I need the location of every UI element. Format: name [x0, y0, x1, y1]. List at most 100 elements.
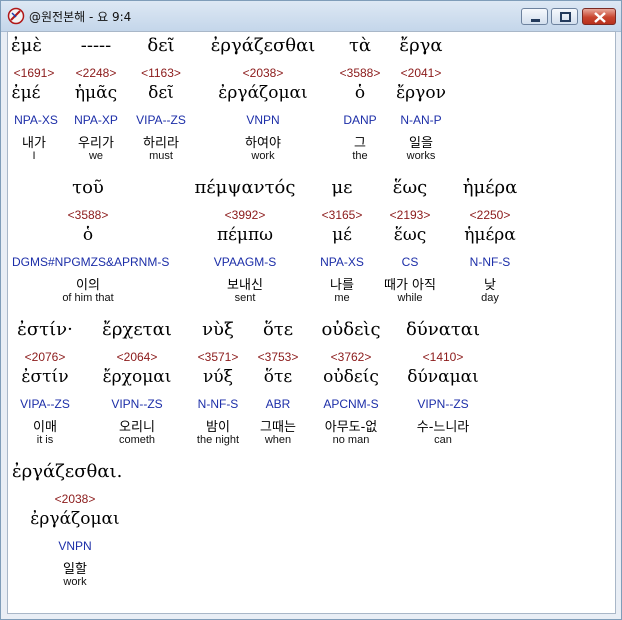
korean-gloss: 이매: [33, 420, 57, 435]
greek-word[interactable]: ἔργα: [390, 35, 452, 56]
greek-word[interactable]: πέμψαντός: [180, 177, 310, 198]
lemma: οὐδείς: [323, 367, 379, 387]
korean-gloss: 때가 아직: [384, 278, 436, 293]
parse-code[interactable]: N-NF-S: [448, 255, 532, 269]
korean-gloss: 내가: [22, 136, 46, 151]
close-button[interactable]: [582, 8, 616, 25]
strong-number[interactable]: <3762>: [310, 350, 392, 364]
greek-word[interactable]: ἐργάζεσθαι.: [12, 461, 142, 482]
korean-gloss: 오리니: [119, 420, 155, 435]
english-gloss: the night: [196, 434, 240, 446]
english-gloss: work: [251, 150, 275, 162]
interlinear-view[interactable]: ἐμὲ <1691> ἐμέ NPA-XS 내가 I ----- <2248> …: [7, 31, 616, 614]
lemma: πέμπω: [216, 225, 274, 245]
parse-code[interactable]: VIPA--ZS: [8, 397, 82, 411]
english-gloss: no man: [332, 434, 370, 446]
parse-code[interactable]: VNPN: [196, 113, 330, 127]
korean-gloss: 우리가: [78, 136, 114, 151]
strong-number[interactable]: <3165>: [312, 208, 372, 222]
lemma: ἡμέρα: [464, 225, 516, 245]
greek-word[interactable]: νὺξ: [188, 319, 248, 340]
parse-code[interactable]: VIPN--ZS: [86, 397, 188, 411]
greek-word[interactable]: με: [312, 177, 372, 198]
strong-number[interactable]: <3753>: [248, 350, 308, 364]
minimize-icon: [531, 19, 540, 22]
greek-word[interactable]: ἔρχεται: [86, 319, 188, 340]
strong-number[interactable]: <2193>: [374, 208, 446, 222]
parse-code[interactable]: VIPN--ZS: [396, 397, 490, 411]
greek-word[interactable]: οὐδεὶς: [310, 319, 392, 340]
strong-number[interactable]: <2041>: [390, 66, 452, 80]
korean-gloss: 그: [354, 136, 366, 151]
korean-gloss: 낮: [484, 278, 496, 293]
strong-number[interactable]: <1163>: [130, 66, 192, 80]
parse-code[interactable]: NPA-XS: [312, 255, 372, 269]
lemma: ὅτε: [263, 367, 293, 387]
title-bar[interactable]: @원전본해 - 요 9:4: [1, 1, 621, 32]
parse-code[interactable]: VNPN: [8, 539, 142, 553]
english-gloss: day: [481, 292, 499, 304]
lemma: ἐμέ: [11, 83, 41, 103]
parse-code[interactable]: NPA-XS: [8, 113, 64, 127]
korean-gloss: 수-느니라: [416, 420, 470, 435]
strong-number[interactable]: <2038>: [8, 492, 142, 506]
strong-number[interactable]: <2248>: [70, 66, 122, 80]
greek-word[interactable]: ἕως: [374, 177, 446, 198]
lemma: ἐργάζομαι: [218, 83, 308, 103]
strong-number[interactable]: <3992>: [180, 208, 310, 222]
lemma: ἡμᾶς: [74, 83, 118, 103]
close-icon: [594, 12, 606, 23]
parse-code[interactable]: VIPA--ZS: [130, 113, 192, 127]
greek-word[interactable]: ἐργάζεσθαι: [196, 35, 330, 56]
english-gloss: the: [352, 150, 368, 162]
korean-gloss: 일을: [409, 136, 433, 151]
strong-number[interactable]: <3571>: [188, 350, 248, 364]
parse-code[interactable]: DGMS#NPGMZS&APRNM-S: [12, 255, 182, 269]
parse-code[interactable]: N-NF-S: [188, 397, 248, 411]
lemma: ὁ: [354, 83, 366, 103]
english-gloss: of him that: [62, 292, 114, 304]
english-gloss: must: [149, 150, 173, 162]
strong-number[interactable]: <1410>: [396, 350, 490, 364]
minimize-button[interactable]: [521, 8, 548, 25]
strong-number[interactable]: <2038>: [196, 66, 330, 80]
korean-gloss: 하리라: [143, 136, 179, 151]
strong-number[interactable]: <3588>: [330, 66, 390, 80]
english-gloss: me: [334, 292, 350, 304]
english-gloss: can: [434, 434, 452, 446]
greek-word[interactable]: ἐμὲ: [8, 35, 45, 56]
lemma: ὁ: [82, 225, 94, 245]
greek-word[interactable]: τὰ: [330, 35, 390, 56]
lemma: ἕως: [393, 225, 427, 245]
greek-word[interactable]: δύναται: [396, 319, 490, 340]
korean-gloss: 그때는: [260, 420, 296, 435]
strong-number[interactable]: <2076>: [8, 350, 82, 364]
english-gloss: it is: [36, 434, 54, 446]
strong-number[interactable]: <3588>: [8, 208, 168, 222]
parse-code[interactable]: NPA-XP: [70, 113, 122, 127]
lemma: ἐργάζομαι: [30, 509, 120, 529]
english-gloss: when: [264, 434, 292, 446]
parse-code[interactable]: N-AN-P: [390, 113, 452, 127]
greek-word[interactable]: δεῖ: [130, 35, 192, 56]
greek-word[interactable]: ἡμέρα: [448, 177, 532, 198]
strong-number[interactable]: <1691>: [8, 66, 60, 80]
greek-word[interactable]: τοῦ: [8, 177, 168, 198]
lemma: δεῖ: [148, 83, 174, 103]
greek-word[interactable]: -----: [70, 35, 122, 56]
greek-word[interactable]: ὅτε: [248, 319, 308, 340]
lemma: μέ: [332, 225, 352, 245]
maximize-button[interactable]: [551, 8, 578, 25]
parse-code[interactable]: DANP: [330, 113, 390, 127]
strong-number[interactable]: <2064>: [86, 350, 188, 364]
parse-code[interactable]: VPAAGM-S: [180, 255, 310, 269]
korean-gloss: 아무도-없: [324, 420, 378, 435]
korean-gloss: 일할: [63, 562, 87, 577]
parse-code[interactable]: CS: [374, 255, 446, 269]
parse-code[interactable]: ABR: [248, 397, 308, 411]
strong-number[interactable]: <2250>: [448, 208, 532, 222]
korean-gloss: 밤이: [206, 420, 230, 435]
parse-code[interactable]: APCNM-S: [310, 397, 392, 411]
english-gloss: we: [88, 150, 104, 162]
greek-word[interactable]: ἐστίν·: [8, 319, 82, 340]
